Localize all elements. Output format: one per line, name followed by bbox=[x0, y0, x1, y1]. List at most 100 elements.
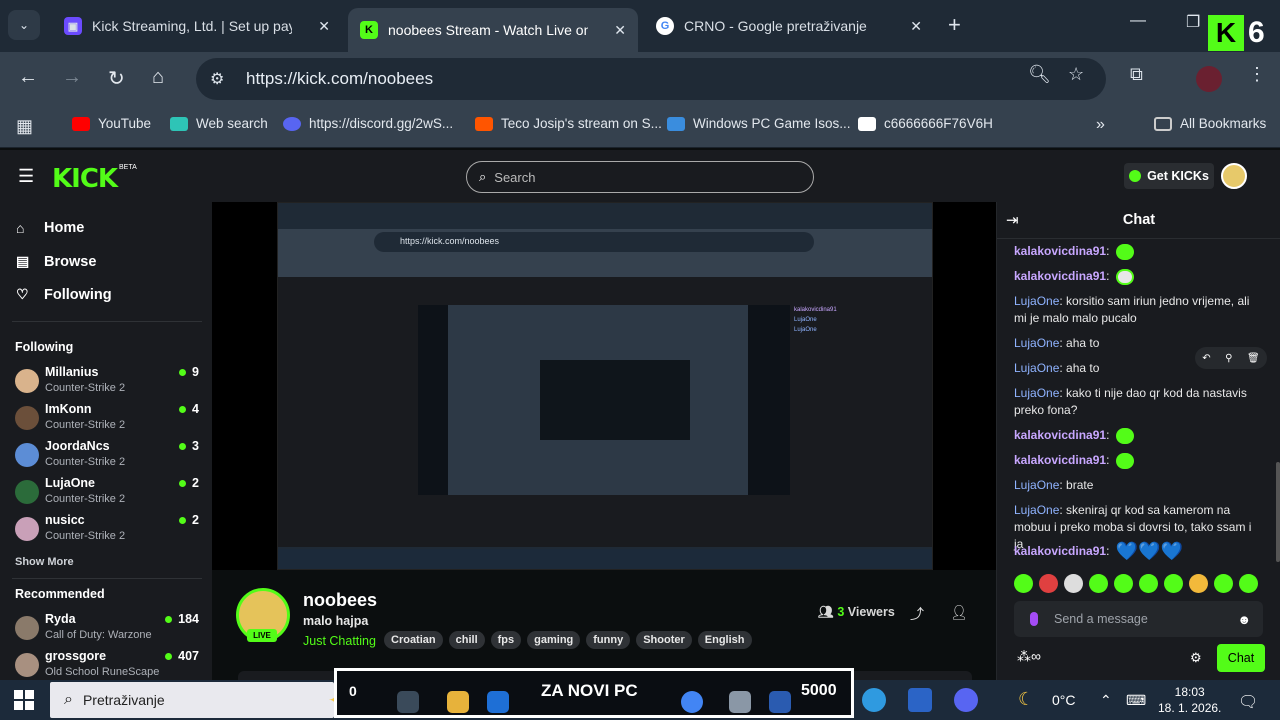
emote-icon[interactable] bbox=[1014, 574, 1033, 593]
emote-icon[interactable] bbox=[1164, 574, 1183, 593]
following-item-imkonn[interactable]: ImKonn Counter-Strike 2 4 bbox=[15, 402, 201, 438]
search-input[interactable]: ⌕ Search bbox=[466, 161, 814, 193]
get-kicks-button[interactable]: Get KICKs bbox=[1124, 163, 1214, 189]
emote-icon[interactable] bbox=[1214, 574, 1233, 593]
apps-grid-icon[interactable]: ▦ bbox=[16, 116, 33, 137]
extensions-icon[interactable]: ⧉ bbox=[1130, 64, 1143, 85]
address-bar[interactable]: ⚙ https://kick.com/noobees bbox=[196, 58, 1106, 100]
windows-start-icon[interactable] bbox=[14, 690, 34, 710]
chrome-icon[interactable] bbox=[681, 691, 703, 713]
chat-settings-icon[interactable]: ⚙ bbox=[1190, 650, 1202, 666]
kick-logo[interactable]: KICK bbox=[52, 164, 118, 194]
pin-icon[interactable]: ⚲ bbox=[1225, 353, 1232, 364]
emote-icon[interactable] bbox=[1139, 574, 1158, 593]
bookmark-youtube[interactable]: YouTube bbox=[72, 116, 151, 131]
chat-message-input[interactable]: Send a message ☻ bbox=[1014, 601, 1263, 637]
tag[interactable]: chill bbox=[448, 631, 485, 649]
follow-user-icon[interactable]: 👤︎ bbox=[950, 604, 968, 621]
streamer-name[interactable]: noobees bbox=[303, 590, 377, 611]
tag[interactable]: gaming bbox=[527, 631, 581, 649]
chat-username[interactable]: LujaOne bbox=[1014, 336, 1059, 350]
show-more-link[interactable]: Show More bbox=[15, 556, 74, 568]
emoji-picker-icon[interactable]: ☻ bbox=[1237, 612, 1251, 627]
reply-icon[interactable]: ↶ bbox=[1202, 353, 1210, 364]
chat-username[interactable]: kalakovicdina91 bbox=[1014, 428, 1106, 442]
following-item-millanius[interactable]: Millanius Counter-Strike 2 9 bbox=[15, 365, 201, 401]
back-icon[interactable]: ← bbox=[18, 66, 38, 89]
tag[interactable]: English bbox=[697, 631, 752, 649]
keyboard-icon[interactable]: ⌨ bbox=[1126, 692, 1146, 709]
following-item-joordancs[interactable]: JoordaNcs Counter-Strike 2 3 bbox=[15, 439, 201, 475]
nav-browse[interactable]: ▤ Browse bbox=[16, 253, 96, 270]
chat-username[interactable]: kalakovicdina91 bbox=[1014, 544, 1106, 558]
file-explorer-icon[interactable] bbox=[447, 691, 469, 713]
iptv-icon[interactable] bbox=[769, 691, 791, 713]
bookmark-c666[interactable]: c6666666F76V6H bbox=[858, 116, 993, 131]
menu-dots-icon[interactable]: ⋮ bbox=[1248, 64, 1266, 85]
video-player[interactable]: https://kick.com/noobees kalakovicdina91… bbox=[212, 202, 996, 570]
bookmark-pc-games[interactable]: Windows PC Game Isos... bbox=[667, 116, 851, 131]
site-info-icon[interactable]: ⚙ bbox=[210, 69, 232, 89]
obs-icon[interactable] bbox=[397, 691, 419, 713]
tag[interactable]: Shooter bbox=[636, 631, 692, 649]
tab-noobees-stream[interactable]: K noobees Stream - Watch Live on Kick ✕ bbox=[348, 8, 638, 52]
tag[interactable]: fps bbox=[490, 631, 522, 649]
tab-kick-payments[interactable]: ▣ Kick Streaming, Ltd. | Set up payments… bbox=[52, 8, 342, 44]
emote-icon[interactable] bbox=[1089, 574, 1108, 593]
weather-icon[interactable]: ☾ bbox=[1018, 689, 1034, 710]
chat-username[interactable]: LujaOne bbox=[1014, 478, 1059, 492]
user-avatar[interactable] bbox=[1221, 163, 1247, 189]
zoom-icon[interactable]: 🔍︎ bbox=[1028, 64, 1051, 85]
send-chat-button[interactable]: Chat bbox=[1217, 644, 1265, 672]
bookmark-discord[interactable]: https://discord.gg/2wS... bbox=[283, 116, 453, 131]
reload-icon[interactable]: ↻ bbox=[108, 66, 125, 91]
outlook-icon[interactable] bbox=[487, 691, 509, 713]
forward-icon[interactable]: → bbox=[62, 66, 82, 89]
chat-username[interactable]: LujaOne bbox=[1014, 503, 1059, 517]
new-tab-icon[interactable]: + bbox=[948, 12, 961, 38]
chat-username[interactable]: kalakovicdina91 bbox=[1014, 244, 1106, 258]
chat-username[interactable]: kalakovicdina91 bbox=[1014, 453, 1106, 467]
tab-search-button[interactable]: ⌄ bbox=[8, 10, 40, 40]
discord-icon[interactable] bbox=[954, 688, 978, 712]
url-text[interactable]: https://kick.com/noobees bbox=[246, 69, 433, 89]
emote-icon[interactable] bbox=[1239, 574, 1258, 593]
taskbar-search-input[interactable]: ⌕ Pretraživanje ✦ bbox=[50, 682, 345, 718]
nav-following[interactable]: ♡ Following bbox=[16, 286, 112, 303]
stream-category[interactable]: Just Chatting bbox=[303, 634, 376, 648]
minimize-icon[interactable]: — bbox=[1130, 12, 1146, 30]
tab-google-search[interactable]: G CRNO - Google pretraživanje ✕ bbox=[644, 8, 934, 44]
app-icon[interactable] bbox=[729, 691, 751, 713]
emote-icon[interactable] bbox=[1039, 574, 1058, 593]
notifications-icon[interactable]: 🗨︎ bbox=[1238, 692, 1258, 712]
close-tab-icon[interactable]: ✕ bbox=[318, 18, 330, 35]
nav-home[interactable]: ⌂ Home bbox=[16, 220, 84, 236]
bookmark-soundcloud[interactable]: Teco Josip's stream on S... bbox=[475, 116, 662, 131]
chat-username[interactable]: LujaOne bbox=[1014, 294, 1059, 308]
chat-points-icon[interactable]: ⁂∞ bbox=[1017, 648, 1041, 665]
weather-temp[interactable]: 0°C bbox=[1052, 692, 1076, 708]
following-item-lujaone[interactable]: LujaOne Counter-Strike 2 2 bbox=[15, 476, 201, 512]
counter-strike-icon[interactable] bbox=[908, 688, 932, 712]
chat-username[interactable]: LujaOne bbox=[1014, 386, 1059, 400]
delete-icon[interactable]: 🗑︎ bbox=[1247, 353, 1260, 364]
recommended-item-ryda[interactable]: Ryda Call of Duty: Warzone 184 bbox=[15, 612, 201, 648]
close-tab-icon[interactable]: ✕ bbox=[614, 22, 626, 39]
emote-icon[interactable] bbox=[1189, 574, 1208, 593]
chat-username[interactable]: kalakovicdina91 bbox=[1014, 269, 1106, 283]
all-bookmarks[interactable]: All Bookmarks bbox=[1154, 116, 1266, 131]
maximize-icon[interactable]: ❐ bbox=[1186, 12, 1200, 32]
chat-scrollbar[interactable] bbox=[1276, 462, 1280, 562]
bookmark-star-icon[interactable]: ☆ bbox=[1068, 64, 1084, 85]
edge-icon[interactable] bbox=[862, 688, 886, 712]
profile-avatar[interactable] bbox=[1196, 66, 1222, 92]
following-item-nusicc[interactable]: nusicc Counter-Strike 2 2 bbox=[15, 513, 201, 549]
tag[interactable]: funny bbox=[586, 631, 631, 649]
home-icon[interactable]: ⌂ bbox=[152, 66, 164, 89]
bookmark-web-search[interactable]: Web search bbox=[170, 116, 268, 131]
hamburger-menu-icon[interactable]: ☰ bbox=[18, 166, 34, 187]
share-icon[interactable]: ⤴ bbox=[910, 604, 924, 624]
close-tab-icon[interactable]: ✕ bbox=[910, 18, 922, 35]
emote-icon[interactable] bbox=[1114, 574, 1133, 593]
chat-username[interactable]: LujaOne bbox=[1014, 361, 1059, 375]
